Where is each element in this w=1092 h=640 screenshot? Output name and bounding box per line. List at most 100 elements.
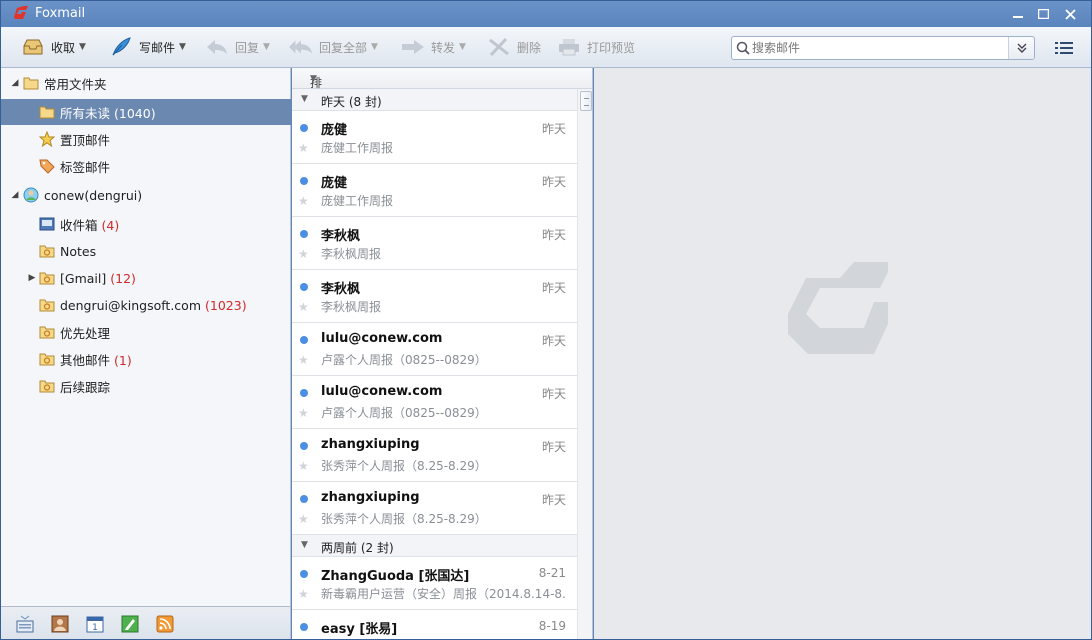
expand-arrow-icon[interactable]: ◢ xyxy=(10,190,20,200)
svg-text:1: 1 xyxy=(92,623,98,633)
main-menu-button[interactable] xyxy=(1055,40,1073,56)
folder-priority[interactable]: 优先处理 xyxy=(1,319,291,345)
expand-arrow-icon[interactable]: ◢ xyxy=(10,78,20,88)
scrollbar-thumb[interactable] xyxy=(580,91,592,111)
star-outline-icon[interactable]: ★ xyxy=(298,406,309,420)
close-button[interactable] xyxy=(1058,4,1082,24)
chevron-down-icon[interactable]: ▼ xyxy=(79,42,86,52)
mail-item[interactable]: ★ 李秋枫 昨天 李秋枫周报 xyxy=(292,270,577,323)
mail-item[interactable]: ★ 庞健 昨天 庞健工作周报 xyxy=(292,111,577,164)
folder-pinned[interactable]: 置顶邮件 xyxy=(1,126,291,152)
folder-notes[interactable]: Notes xyxy=(1,238,291,264)
folder-tagged[interactable]: 标签邮件 xyxy=(1,153,291,179)
foxmail-logo-icon xyxy=(14,6,28,19)
star-outline-icon[interactable]: ★ xyxy=(298,141,309,155)
account-conew[interactable]: ◢ conew(dengrui) xyxy=(1,182,291,208)
mail-date: 昨天 xyxy=(541,440,566,454)
mail-sender: lulu@conew.com xyxy=(321,331,443,346)
unread-dot-icon xyxy=(300,230,308,238)
star-outline-icon[interactable]: ★ xyxy=(298,247,309,261)
calendar-module-icon[interactable]: 1 xyxy=(86,615,104,633)
unread-dot-icon xyxy=(300,389,308,397)
expand-arrow-icon[interactable]: ▶ xyxy=(27,273,37,283)
inbox-icon xyxy=(39,217,55,231)
minimize-button[interactable] xyxy=(1006,4,1030,24)
folder-other[interactable]: 其他邮件 (1) xyxy=(1,346,291,372)
star-outline-icon[interactable]: ★ xyxy=(298,512,309,526)
mail-item[interactable]: ★ ZhangGuoda [张国达] 8-21 新毒霸用户运营（安全）周报（20… xyxy=(292,557,577,610)
maximize-icon xyxy=(1037,9,1049,19)
mail-item[interactable]: ★ zhangxiuping 昨天 张秀萍个人周报（8.25-8.29） xyxy=(292,429,577,482)
maximize-button[interactable] xyxy=(1031,4,1055,24)
mail-subject: 李秋枫周报 xyxy=(321,247,382,261)
mail-subject: 张秀萍个人周报（8.25-8.29） xyxy=(321,459,487,473)
collapse-arrow-icon[interactable]: ▼ xyxy=(301,94,308,104)
folder-kingsoft[interactable]: dengrui@kingsoft.com (1023) xyxy=(1,292,291,318)
mail-module-icon[interactable] xyxy=(16,615,34,633)
star-outline-icon[interactable]: ★ xyxy=(298,459,309,473)
star-outline-icon[interactable]: ★ xyxy=(298,194,309,208)
chevron-down-icon[interactable]: ▼ xyxy=(179,42,186,52)
search-options-button[interactable] xyxy=(1008,37,1034,59)
folder-gmail[interactable]: ▶ [Gmail] (12) xyxy=(1,265,291,291)
folder-tagged-label: 标签邮件 xyxy=(60,159,111,175)
mail-sender: zhangxiuping xyxy=(321,490,420,505)
mail-item[interactable]: ★ zhangxiuping 昨天 张秀萍个人周报（8.25-8.29） xyxy=(292,482,577,535)
chevron-down-icon[interactable]: ▼ xyxy=(263,42,270,52)
mail-date: 8-19 xyxy=(538,619,566,633)
chevron-down-icon[interactable]: ▼ xyxy=(459,42,466,52)
receive-button[interactable]: 收取 ▼ xyxy=(21,35,86,59)
mail-sender: lulu@conew.com xyxy=(321,384,443,399)
unread-dot-icon xyxy=(300,124,308,132)
mail-subject: 庞健工作周报 xyxy=(321,194,394,208)
star-outline-icon[interactable]: ★ xyxy=(298,587,309,601)
mail-date: 8-21 xyxy=(538,566,566,580)
sort-selector[interactable]: 排序:日期 ▼ xyxy=(292,68,592,141)
search-input[interactable] xyxy=(752,39,1002,57)
minimize-icon xyxy=(1013,16,1023,18)
chevron-down-icon: ▼ xyxy=(310,74,317,84)
forward-label: 转发 xyxy=(431,40,456,55)
unread-dot-icon xyxy=(300,495,308,503)
star-outline-icon[interactable]: ★ xyxy=(298,353,309,367)
mail-subject: 卢露个人周报（0825--0829） xyxy=(321,406,487,420)
mail-group-header[interactable]: ▼ 两周前 (2 封) xyxy=(292,535,577,557)
contacts-module-icon[interactable] xyxy=(51,615,69,633)
print-preview-button[interactable]: 打印预览 xyxy=(557,35,635,59)
folder-other-label: 其他邮件 xyxy=(60,352,111,368)
reply-button[interactable]: 回复 ▼ xyxy=(205,35,270,59)
collapse-arrow-icon[interactable]: ▼ xyxy=(301,540,308,550)
forward-button[interactable]: 转发 ▼ xyxy=(401,35,466,59)
unread-dot-icon xyxy=(300,570,308,578)
mail-item[interactable]: ★ lulu@conew.com 昨天 卢露个人周报（0825--0829） xyxy=(292,323,577,376)
mail-list-scrollbar[interactable] xyxy=(577,89,592,639)
mail-item[interactable]: ★ 庞健 昨天 庞健工作周报 xyxy=(292,164,577,217)
mail-sender: easy [张易] xyxy=(321,622,398,637)
folder-group-common[interactable]: ◢ 常用文件夹 xyxy=(1,70,291,96)
rss-module-icon[interactable] xyxy=(156,615,174,633)
notes-module-icon[interactable] xyxy=(121,615,139,633)
unread-count-badge: (1040) xyxy=(114,105,156,121)
delete-label: 删除 xyxy=(517,40,542,55)
folder-followup[interactable]: 后续跟踪 xyxy=(1,373,291,399)
reply-all-arrow-icon xyxy=(289,37,313,57)
reply-all-button[interactable]: 回复全部 ▼ xyxy=(289,35,378,59)
mail-item[interactable]: ★ lulu@conew.com 昨天 卢露个人周报（0825--0829） xyxy=(292,376,577,429)
sync-folder-icon xyxy=(39,245,55,258)
chevron-down-icon[interactable]: ▼ xyxy=(371,42,378,52)
mail-list-panel: 排序:日期 ▼ ▼ 昨天 (8 封) ★ 庞健 昨天 庞健工作周报 ★ 庞健 昨… xyxy=(292,68,593,639)
mail-group-header[interactable]: ▼ 昨天 (8 封) xyxy=(292,89,577,111)
star-outline-icon[interactable]: ★ xyxy=(298,300,309,314)
mail-group-label: 两周前 (2 封) xyxy=(321,541,394,555)
mail-item[interactable]: ★ 李秋枫 昨天 李秋枫周报 xyxy=(292,217,577,270)
print-preview-label: 打印预览 xyxy=(587,40,636,55)
unread-dot-icon xyxy=(300,442,308,450)
mail-subject: 李秋枫周报 xyxy=(321,300,382,314)
delete-button[interactable]: 删除 xyxy=(487,35,541,59)
title-bar: Foxmail xyxy=(1,1,1091,27)
compose-button[interactable]: 写邮件 ▼ xyxy=(109,35,186,59)
folder-inbox[interactable]: 收件箱 (4) xyxy=(1,211,291,237)
toolbar: 收取 ▼ 写邮件 ▼ 回复 ▼ 回复全部 ▼ 转发 ▼ 删除 打印预览 搜索邮件 xyxy=(1,27,1091,68)
mail-item[interactable]: ★ easy [张易] 8-19 xyxy=(292,610,577,639)
folder-unread[interactable]: 所有未读 (1040) xyxy=(1,99,291,125)
